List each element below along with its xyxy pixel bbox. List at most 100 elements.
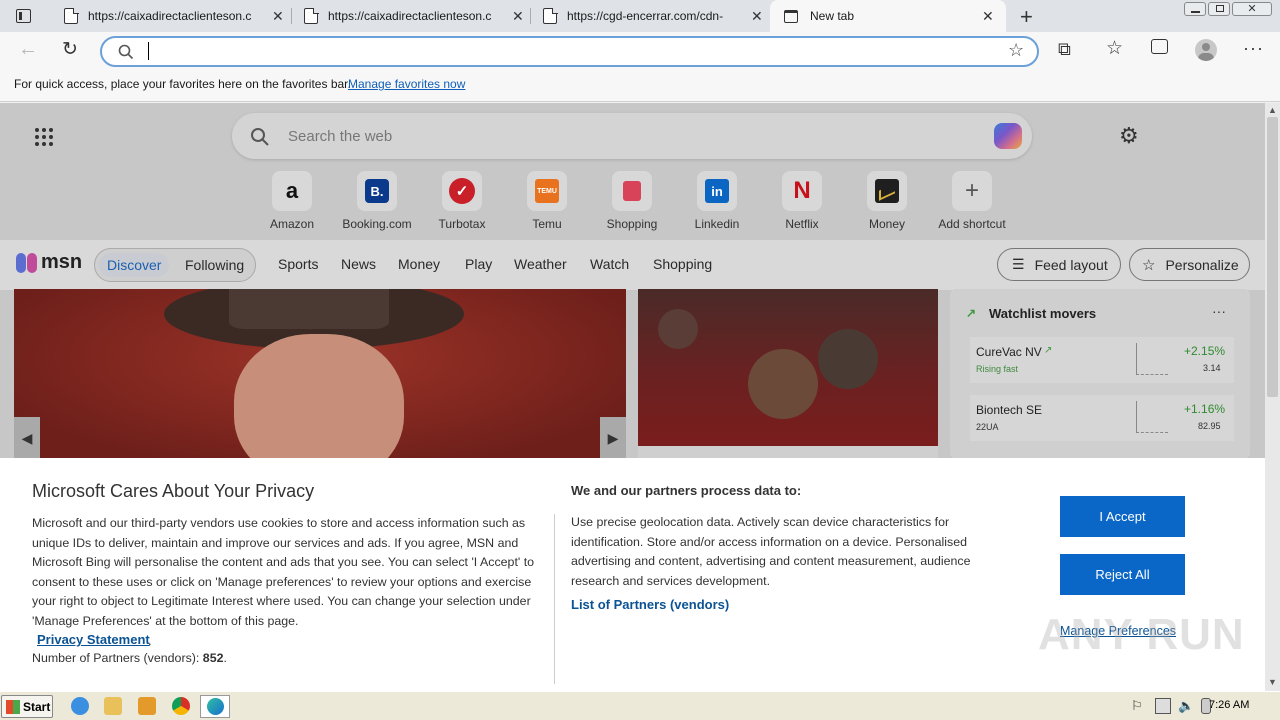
media-player-icon[interactable]	[138, 697, 156, 715]
accept-button[interactable]: I Accept	[1060, 496, 1185, 537]
add-shortcut[interactable]: + Add shortcut	[932, 171, 1012, 231]
browser-tab[interactable]: https://caixadirectaclienteson.c ✕	[52, 0, 290, 32]
personalize-button[interactable]: ☆ Personalize	[1129, 248, 1250, 281]
list-of-partners-link[interactable]: List of Partners (vendors)	[571, 597, 729, 612]
reject-all-button[interactable]: Reject All	[1060, 554, 1185, 595]
scroll-thumb[interactable]	[1267, 117, 1278, 397]
msn-logo[interactable]: msn	[16, 251, 82, 274]
nav-shopping[interactable]: Shopping	[653, 256, 712, 272]
plus-icon: +	[952, 171, 992, 211]
page-icon	[64, 7, 79, 24]
edge-taskbar-button[interactable]	[200, 695, 230, 718]
shortcut-label: Netflix	[785, 217, 819, 231]
nav-money[interactable]: Money	[398, 256, 440, 272]
restore-window-icon[interactable]	[1208, 2, 1230, 16]
star-edit-icon: ☆	[1142, 256, 1156, 274]
browser-tab-active[interactable]: New tab ✕	[770, 0, 1006, 32]
nav-sports[interactable]: Sports	[278, 256, 318, 272]
back-arrow-icon[interactable]: ←	[18, 38, 38, 61]
close-tab-icon[interactable]: ✕	[512, 8, 524, 25]
settings-gear-icon[interactable]: ⚙	[1119, 123, 1139, 149]
close-tab-icon[interactable]: ✕	[751, 8, 763, 25]
address-bar[interactable]: ☆	[100, 36, 1039, 67]
privacy-statement-link[interactable]: Privacy Statement	[37, 632, 150, 647]
watchlist-row[interactable]: CureVac NV ↗ Rising fast +2.15% 3.14	[970, 337, 1234, 383]
shortcut-shopping[interactable]: Shopping	[592, 171, 672, 231]
nav-watch[interactable]: Watch	[590, 256, 629, 272]
shortcut-label: Linkedin	[694, 217, 740, 231]
nav-play[interactable]: Play	[465, 256, 492, 272]
shortcut-label: Temu	[532, 217, 562, 231]
page-icon	[304, 7, 319, 24]
shortcut-booking[interactable]: B. Booking.com	[337, 171, 417, 231]
watchlist-card: ↗ Watchlist movers ··· CureVac NV ↗ Risi…	[950, 289, 1250, 459]
privacy-title: Microsoft Cares About Your Privacy	[32, 481, 315, 501]
web-search-box[interactable]: Search the web	[232, 113, 1032, 159]
tab-following[interactable]: Following	[185, 257, 244, 273]
manage-favorites-link[interactable]: Manage favorites now	[348, 77, 465, 91]
privacy-body: Microsoft and our third-party vendors us…	[32, 516, 535, 628]
shortcut-money[interactable]: Money	[847, 171, 927, 231]
chrome-icon[interactable]	[172, 697, 190, 715]
volume-icon[interactable]: 🔈	[1178, 698, 1194, 714]
hat-crown	[229, 289, 389, 329]
browser-tab[interactable]: https://cgd-encerrar.com/cdn- ✕	[531, 0, 769, 32]
browser-tab[interactable]: https://caixadirectaclienteson.c ✕	[292, 0, 530, 32]
msn-nav-bar: msn Discover Following Sports News Money…	[0, 240, 1265, 290]
stock-change: +2.15%	[1184, 344, 1226, 358]
network-icon[interactable]	[1155, 698, 1171, 714]
minimize-window-icon[interactable]	[1184, 2, 1206, 16]
search-icon	[251, 128, 269, 146]
msn-butterfly-icon-right	[27, 252, 37, 273]
watchlist-more-icon[interactable]: ···	[1212, 303, 1226, 319]
watchlist-title: Watchlist movers	[989, 306, 1097, 321]
nav-news[interactable]: News	[341, 256, 376, 272]
favorites-icon[interactable]: ☆	[1106, 37, 1123, 60]
shortcut-netflix[interactable]: N Netflix	[762, 171, 842, 231]
apps-grid-icon[interactable]	[34, 127, 54, 147]
extensions-icon[interactable]: ⧉	[1058, 39, 1071, 60]
page-scrollbar[interactable]: ▲ ▼	[1265, 103, 1280, 691]
windows-logo-icon	[6, 699, 20, 714]
discover-following-toggle: Discover Following	[94, 248, 256, 282]
shortcut-label: Booking.com	[342, 217, 412, 231]
shortcut-amazon[interactable]: a Amazon	[252, 171, 332, 231]
nav-weather[interactable]: Weather	[514, 256, 567, 272]
close-tab-icon[interactable]: ✕	[982, 8, 994, 25]
hero-story-image[interactable]: ◀ ▶	[14, 289, 626, 459]
partners-count: 852	[202, 651, 224, 665]
more-menu-icon[interactable]: ···	[1243, 38, 1264, 59]
trend-up-icon: ↗	[966, 306, 977, 320]
folder-icon[interactable]	[104, 697, 122, 715]
carousel-next-button[interactable]: ▶	[600, 417, 626, 459]
close-tab-icon[interactable]: ✕	[272, 8, 284, 25]
scroll-down-arrow-icon[interactable]: ▼	[1268, 677, 1277, 687]
stock-price: 3.14	[1203, 363, 1221, 373]
new-tab-plus-icon[interactable]: +	[1020, 4, 1033, 30]
refresh-icon[interactable]: ↻	[62, 38, 78, 61]
watchlist-row[interactable]: Biontech SE 22UA +1.16% 82.95	[970, 395, 1234, 441]
partners-count-line: Number of Partners (vendors): 852.	[32, 651, 227, 665]
collections-icon[interactable]	[1151, 39, 1168, 54]
temu-icon: TEMU	[527, 171, 567, 211]
tab-actions-icon[interactable]	[16, 9, 31, 23]
feed-layout-button[interactable]: ☰ Feed layout	[997, 248, 1121, 281]
favorite-star-add-icon[interactable]: ☆	[1008, 40, 1024, 61]
shortcut-temu[interactable]: TEMU Temu	[507, 171, 587, 231]
start-button[interactable]: Start	[1, 695, 53, 718]
close-window-icon[interactable]: ✕	[1232, 2, 1272, 16]
process-title: We and our partners process data to:	[571, 483, 802, 498]
internet-explorer-icon[interactable]	[71, 697, 89, 715]
sparkline	[1136, 343, 1168, 375]
flag-icon[interactable]: ⚐	[1131, 698, 1147, 714]
profile-avatar-icon[interactable]	[1195, 39, 1217, 61]
scroll-up-arrow-icon[interactable]: ▲	[1268, 105, 1277, 115]
shortcut-linkedin[interactable]: in Linkedin	[677, 171, 757, 231]
booking-icon: B.	[357, 171, 397, 211]
title-bar: https://caixadirectaclienteson.c ✕ https…	[0, 0, 1280, 32]
shortcut-turbotax[interactable]: ✓ Turbotax	[422, 171, 502, 231]
story-card-image[interactable]	[638, 289, 938, 446]
copilot-icon[interactable]	[994, 123, 1022, 149]
carousel-prev-button[interactable]: ◀	[14, 417, 40, 459]
address-input[interactable]	[148, 42, 149, 60]
